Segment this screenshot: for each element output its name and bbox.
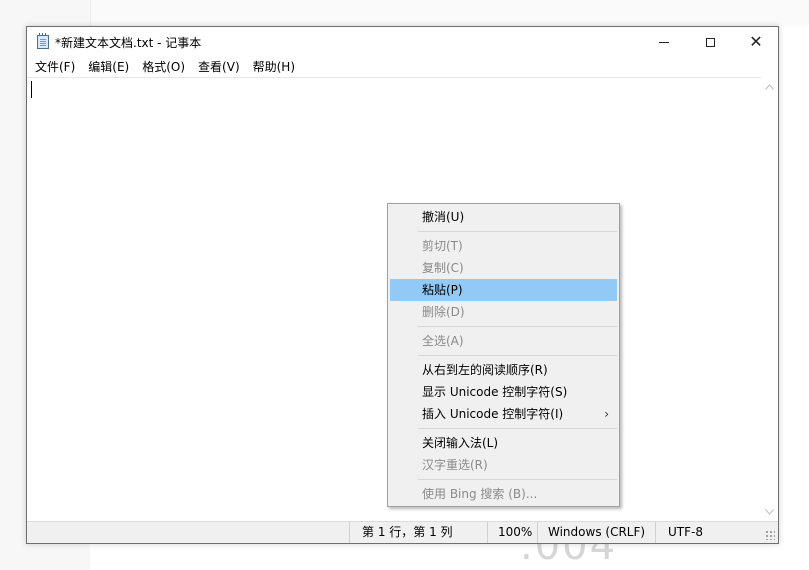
status-bar: 第 1 行，第 1 列 100% Windows (CRLF) UTF-8 bbox=[27, 521, 778, 543]
submenu-arrow-icon: › bbox=[604, 407, 609, 421]
close-icon: ✕ bbox=[749, 32, 763, 51]
context-separator bbox=[418, 326, 617, 327]
context-insert-unicode-label: 插入 Unicode 控制字符(I) bbox=[422, 407, 564, 421]
maximize-icon bbox=[705, 37, 715, 47]
context-menu: 撤消(U) 剪切(T) 复制(C) 粘贴(P) 删除(D) 全选(A) 从右到左… bbox=[387, 203, 620, 507]
status-encoding: UTF-8 bbox=[655, 522, 761, 543]
resize-grip-icon[interactable] bbox=[765, 530, 775, 540]
context-cut[interactable]: 剪切(T) bbox=[390, 235, 617, 257]
desktop-top-strip bbox=[90, 0, 809, 26]
scroll-down-arrow-icon[interactable] bbox=[761, 503, 778, 520]
context-delete[interactable]: 删除(D) bbox=[390, 301, 617, 323]
close-button[interactable]: ✕ bbox=[733, 27, 779, 57]
status-zoom: 100% bbox=[487, 522, 537, 543]
context-reconversion[interactable]: 汉字重选(R) bbox=[390, 454, 617, 476]
title-bar[interactable]: *新建文本文档.txt - 记事本 ✕ bbox=[27, 27, 778, 57]
menu-help[interactable]: 帮助(H) bbox=[247, 57, 302, 77]
menu-file[interactable]: 文件(F) bbox=[29, 57, 82, 77]
minimize-button[interactable] bbox=[641, 27, 687, 57]
minimize-icon bbox=[659, 41, 669, 43]
menu-format[interactable]: 格式(O) bbox=[136, 57, 192, 77]
vertical-scrollbar[interactable] bbox=[761, 77, 778, 521]
context-show-unicode-control[interactable]: 显示 Unicode 控制字符(S) bbox=[390, 381, 617, 403]
context-close-ime[interactable]: 关闭输入法(L) bbox=[390, 432, 617, 454]
context-separator bbox=[418, 231, 617, 232]
context-bing-search[interactable]: 使用 Bing 搜索 (B)... bbox=[390, 483, 617, 505]
context-separator bbox=[418, 355, 617, 356]
context-separator bbox=[418, 479, 617, 480]
menu-edit[interactable]: 编辑(E) bbox=[82, 57, 136, 77]
scroll-up-arrow-icon[interactable] bbox=[761, 78, 778, 95]
text-caret bbox=[31, 81, 32, 98]
status-line-ending: Windows (CRLF) bbox=[537, 522, 655, 543]
context-undo[interactable]: 撤消(U) bbox=[390, 206, 617, 228]
desktop: .004 *新建文本文档.txt - 记事本 ✕ 文件(F) 编辑(E) 格式(… bbox=[0, 0, 809, 570]
context-paste[interactable]: 粘贴(P) bbox=[390, 279, 617, 301]
status-cursor-position: 第 1 行，第 1 列 bbox=[349, 522, 487, 543]
context-rtl-reading-order[interactable]: 从右到左的阅读顺序(R) bbox=[390, 359, 617, 381]
menu-bar: 文件(F) 编辑(E) 格式(O) 查看(V) 帮助(H) bbox=[27, 57, 778, 77]
notepad-icon bbox=[37, 33, 49, 49]
context-insert-unicode-control[interactable]: 插入 Unicode 控制字符(I) › bbox=[390, 403, 617, 425]
context-select-all[interactable]: 全选(A) bbox=[390, 330, 617, 352]
window-title: *新建文本文档.txt - 记事本 bbox=[55, 36, 202, 50]
context-separator bbox=[418, 428, 617, 429]
menu-view[interactable]: 查看(V) bbox=[192, 57, 247, 77]
maximize-button[interactable] bbox=[687, 27, 733, 57]
context-copy[interactable]: 复制(C) bbox=[390, 257, 617, 279]
